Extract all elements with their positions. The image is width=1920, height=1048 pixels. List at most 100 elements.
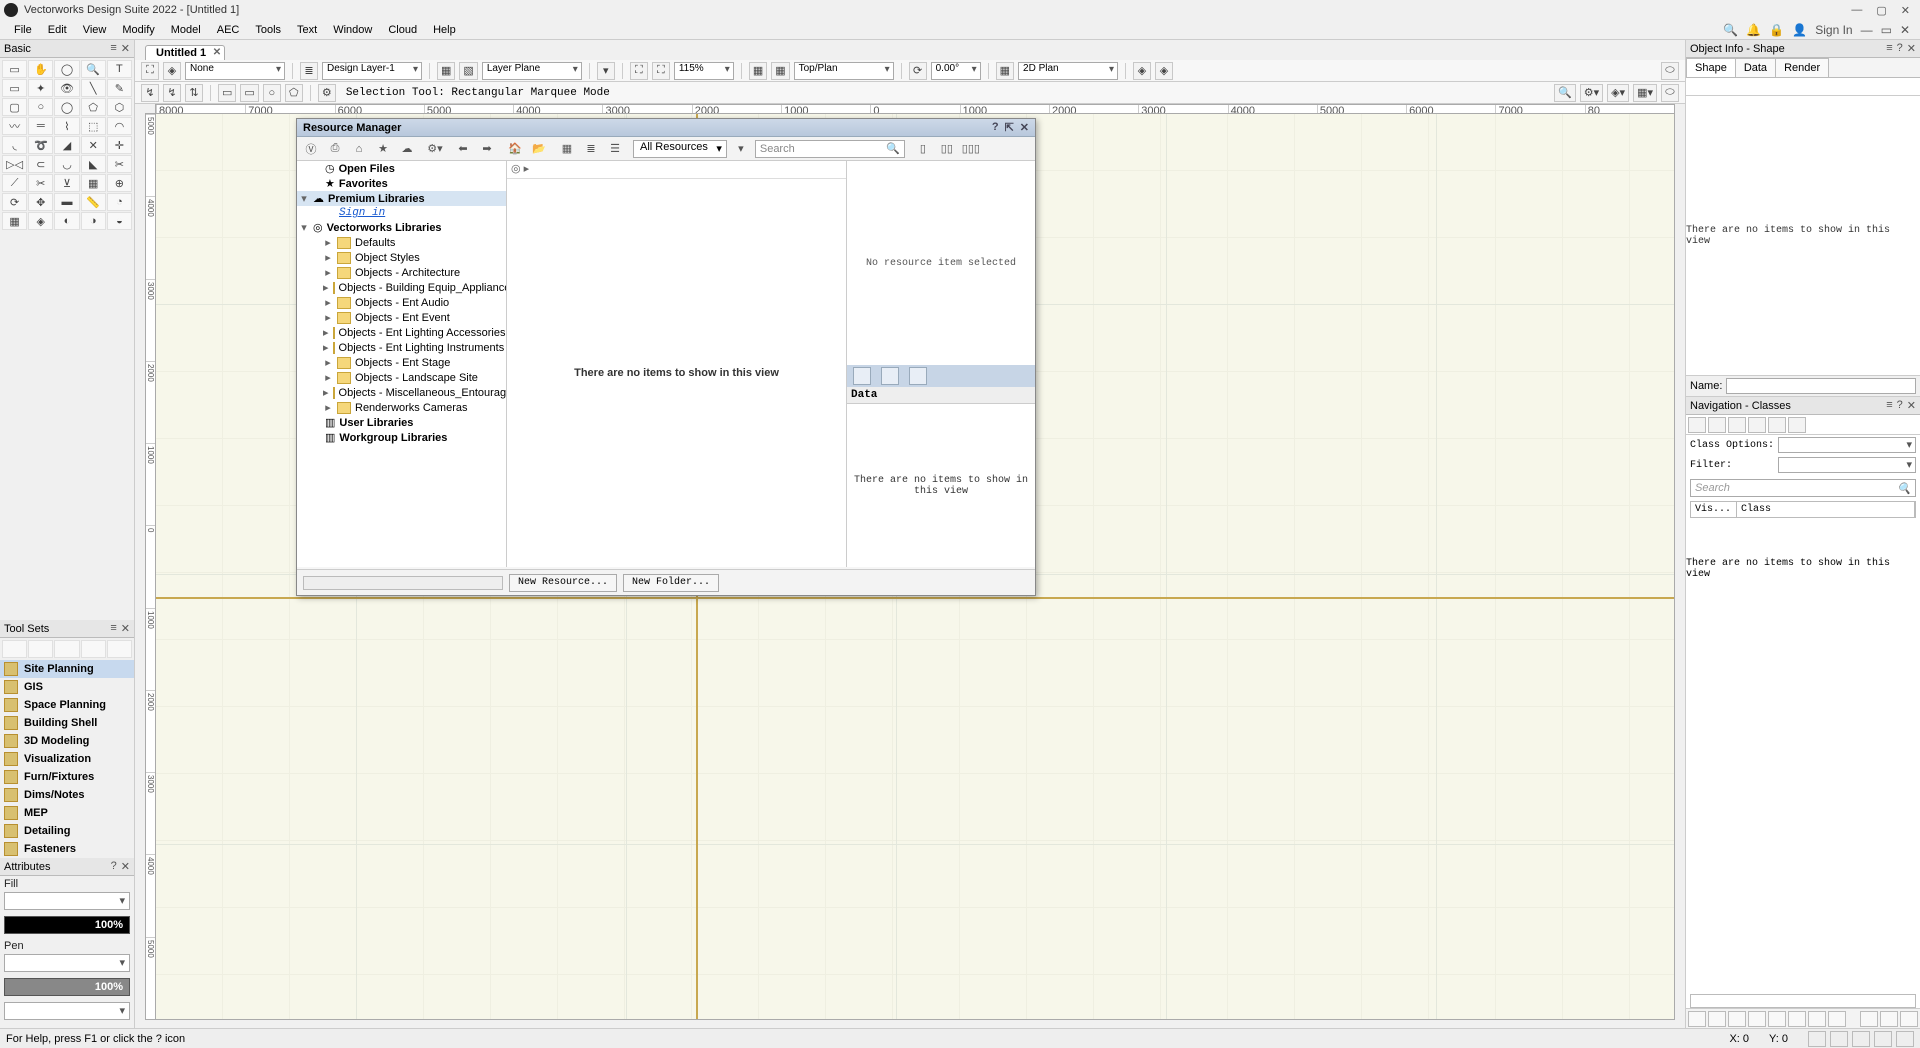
quick-prefs-dropdown-icon[interactable]: ▦▾ [1633,84,1657,102]
tool-quarter-arc-icon[interactable]: ◟ [2,136,27,154]
rm-close-icon[interactable]: ✕ [1020,121,1029,134]
render-combo[interactable]: 2D Plan [1018,62,1118,80]
toolsets-menu-icon[interactable]: ≡ [110,622,116,635]
rm-node-vw-libraries[interactable]: ▾◎Vectorworks Libraries [297,220,506,235]
toolset-item-gis[interactable]: GIS [0,678,134,696]
nav-mode-2-icon[interactable] [1708,417,1726,433]
rm-vw-icon[interactable]: Ⓥ [301,139,321,159]
toolset-item-dims-notes[interactable]: Dims/Notes [0,786,134,804]
rm-pin-icon[interactable]: ⇱ [1005,121,1014,134]
menu-help[interactable]: Help [425,22,464,38]
tool-2d-reshape-icon[interactable]: ✦ [28,79,53,97]
nav-filter-select[interactable] [1778,457,1916,473]
layers-icon[interactable]: ≣ [300,62,318,80]
notification-icon[interactable]: 🔔 [1746,23,1761,37]
rm-preview-tab-home-icon[interactable] [853,367,871,385]
rm-node-user-libraries[interactable]: ▥User Libraries [297,415,506,430]
lock-icon[interactable]: 🔒 [1769,23,1784,37]
tool-freehand-icon[interactable]: 〰 [2,117,27,135]
nav-foot-pause-icon[interactable] [1880,1011,1898,1027]
tool-offset-icon[interactable]: ⊂ [28,155,53,173]
toolset-item-visualization[interactable]: Visualization [0,750,134,768]
tool-split-icon[interactable]: ✂ [28,174,53,192]
tool-misc3-icon[interactable]: ◒ [107,212,132,230]
search-top-icon[interactable]: 🔍 [1723,23,1738,37]
tool-mirror-icon[interactable]: ▷◁ [2,155,27,173]
tool-number-stamp-icon[interactable]: ⊕ [107,174,132,192]
tool-selection-icon[interactable]: ▭ [2,60,27,78]
nav-help-icon[interactable]: ? [1897,399,1903,412]
rm-node-defaults[interactable]: ▸Defaults [297,235,506,250]
nav-foot-3-icon[interactable] [1728,1011,1746,1027]
doc-restore-icon[interactable]: ▭ [1881,23,1892,37]
palette-close-icon[interactable]: ✕ [121,42,130,55]
tool-double-line-icon[interactable]: ═ [28,117,53,135]
toolset-item-fasteners[interactable]: Fasteners [0,840,134,858]
rm-node-object-styles[interactable]: ▸Object Styles [297,250,506,265]
fit-page-icon[interactable]: ⛶ [141,62,159,80]
window-minimize-icon[interactable]: — [1851,4,1862,17]
resource-manager-window[interactable]: Resource Manager ? ⇱ ✕ Ⓥ ⎙ ⌂ ★ ☁ ⚙▾ ⬅ ➡ … [296,118,1036,596]
toolset-item-space-planning[interactable]: Space Planning [0,696,134,714]
toolset-item-detailing[interactable]: Detailing [0,822,134,840]
rm-back-icon[interactable]: ⬅ [453,139,473,159]
mode-btn-1-icon[interactable]: ↯ [141,84,159,102]
toolset-icon-2[interactable] [28,640,53,658]
tool-connect-icon[interactable]: ⊻ [54,174,79,192]
rm-tree[interactable]: ◷Open Files ★Favorites ▾☁Premium Librari… [297,161,507,567]
window-maximize-icon[interactable]: ▢ [1876,4,1886,17]
quick-pref-icon[interactable]: ⬭ [1661,62,1679,80]
status-icon-1[interactable] [1808,1031,1826,1047]
rm-node-objects-architecture[interactable]: ▸Objects - Architecture [297,265,506,280]
rm-view-detail-icon[interactable]: ☰ [605,139,625,159]
nav-search-input[interactable]: Search 🔍 [1690,479,1916,497]
rm-print-icon[interactable]: ⎙ [325,139,345,159]
menu-text[interactable]: Text [289,22,325,38]
tool-protractor-icon[interactable]: ◔ [107,193,132,211]
menu-model[interactable]: Model [163,22,209,38]
nav-close-icon[interactable]: ✕ [1907,399,1916,412]
snap-icon[interactable]: 🔍 [1554,84,1576,102]
smart-options-icon[interactable]: ◈▾ [1607,84,1629,102]
toolset-item-mep[interactable]: MEP [0,804,134,822]
tool-rectangle-icon[interactable]: ▭ [2,79,27,97]
saved-views-icon[interactable]: ▾ [597,62,615,80]
gear-dropdown-icon[interactable]: ⚙▾ [1580,84,1603,102]
angle-field[interactable]: 0.00° [931,62,981,80]
toolset-item-3d-modeling[interactable]: 3D Modeling [0,732,134,750]
rm-layout-1-icon[interactable]: ▯ [913,139,933,159]
zoom-objects-icon[interactable]: ⛶ [652,62,670,80]
menu-window[interactable]: Window [325,22,380,38]
tool-misc2-icon[interactable]: ◑ [81,212,106,230]
rm-breadcrumb[interactable]: ◎ ▸ [507,161,846,179]
tool-rounded-rectangle-icon[interactable]: ▢ [2,98,27,116]
menu-view[interactable]: View [75,22,115,38]
rm-node-objects-ent-lighting-acc[interactable]: ▸Objects - Ent Lighting Accessories [297,325,506,340]
rm-open-folder-icon[interactable]: 📂 [529,139,549,159]
rm-preview-tab-cloud-icon[interactable] [909,367,927,385]
tool-move-icon[interactable]: ✥ [28,193,53,211]
tool-tape-icon[interactable]: 📏 [81,193,106,211]
mode-btn-2-icon[interactable]: ↯ [163,84,181,102]
tool-chamfer-icon[interactable]: ◣ [81,155,106,173]
rm-new-folder-button[interactable]: New Folder... [623,574,719,592]
status-icon-5[interactable] [1896,1031,1914,1047]
rm-node-objects-misc-entourage[interactable]: ▸Objects - Miscellaneous_Entourage [297,385,506,400]
status-icon-3[interactable] [1852,1031,1870,1047]
menu-cloud[interactable]: Cloud [380,22,425,38]
toolset-icon-3[interactable] [54,640,79,658]
nav-foot-2-icon[interactable] [1708,1011,1726,1027]
nav-mode-4-icon[interactable] [1748,417,1766,433]
tool-flyover-icon[interactable]: ◯ [54,60,79,78]
toolset-icon-4[interactable] [81,640,106,658]
view-cube-1-icon[interactable]: ▦ [749,62,767,80]
rm-node-renderworks-cameras[interactable]: ▸Renderworks Cameras [297,400,506,415]
rotate-icon[interactable]: ⟳ [909,62,927,80]
class-options-select[interactable] [1778,437,1916,453]
tool-misc1-icon[interactable]: ◐ [54,212,79,230]
tool-zoom-icon[interactable]: 🔍 [81,60,106,78]
plane-combo[interactable]: Layer Plane [482,62,582,80]
rm-tag-icon[interactable]: ⌂ [349,139,369,159]
rm-layout-2-icon[interactable]: ▯▯ [937,139,957,159]
nav-mode-1-icon[interactable] [1688,417,1706,433]
